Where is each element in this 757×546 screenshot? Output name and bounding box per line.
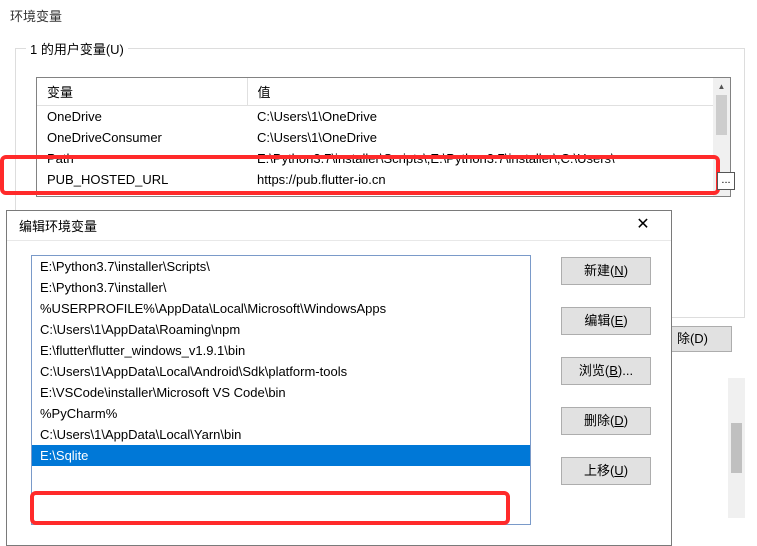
table-row[interactable]: Path E:\Python3.7\installer\Scripts\;E:\… <box>37 148 730 169</box>
list-item[interactable]: C:\Users\1\AppData\Local\Android\Sdk\pla… <box>32 361 530 382</box>
list-item[interactable]: C:\Users\1\AppData\Roaming\npm <box>32 319 530 340</box>
delete-button[interactable]: 删除(D) <box>561 407 651 435</box>
overflow-ellipsis-button[interactable]: ... <box>717 172 735 190</box>
list-item[interactable]: E:\VSCode\installer\Microsoft VS Code\bi… <box>32 382 530 403</box>
col-header-value[interactable]: 值 <box>247 78 730 106</box>
browse-button[interactable]: 浏览(B)... <box>561 357 651 385</box>
path-list[interactable]: E:\Python3.7\installer\Scripts\ E:\Pytho… <box>31 255 531 525</box>
cell-value: C:\Users\1\OneDrive <box>247 127 730 148</box>
table-row[interactable]: PUB_HOSTED_URL https://pub.flutter-io.cn <box>37 169 730 190</box>
user-variables-label: 1 的用户变量(U) <box>26 39 128 58</box>
list-item[interactable]: %PyCharm% <box>32 403 530 424</box>
scroll-thumb[interactable] <box>731 423 742 473</box>
list-item[interactable]: C:\Users\1\AppData\Local\Yarn\bin <box>32 424 530 445</box>
move-up-button[interactable]: 上移(U) <box>561 457 651 485</box>
variables-table[interactable]: 变量 值 OneDrive C:\Users\1\OneDrive OneDri… <box>37 78 730 190</box>
cell-variable: OneDrive <box>37 106 247 128</box>
cell-variable: OneDriveConsumer <box>37 127 247 148</box>
cell-variable: Path <box>37 148 247 169</box>
list-item[interactable]: E:\Python3.7\installer\ <box>32 277 530 298</box>
edit-button[interactable]: 编辑(E) <box>561 307 651 335</box>
table-row[interactable]: OneDrive C:\Users\1\OneDrive <box>37 106 730 128</box>
variables-table-container: 变量 值 OneDrive C:\Users\1\OneDrive OneDri… <box>36 77 731 197</box>
new-button[interactable]: 新建(N) <box>561 257 651 285</box>
cell-value: E:\Python3.7\installer\Scripts\;E:\Pytho… <box>247 148 730 169</box>
scroll-up-icon[interactable]: ▲ <box>713 78 730 95</box>
cell-value: https://pub.flutter-io.cn <box>247 169 730 190</box>
system-table-scrollbar[interactable] <box>728 378 745 518</box>
cell-variable: PUB_HOSTED_URL <box>37 169 247 190</box>
list-item[interactable]: E:\Python3.7\installer\Scripts\ <box>32 256 530 277</box>
scroll-thumb[interactable] <box>716 95 727 135</box>
cell-value: C:\Users\1\OneDrive <box>247 106 730 128</box>
edit-env-var-dialog: 编辑环境变量 ✕ E:\Python3.7\installer\Scripts\… <box>6 210 672 546</box>
dialog-title: 编辑环境变量 <box>19 216 97 235</box>
list-item[interactable]: %USERPROFILE%\AppData\Local\Microsoft\Wi… <box>32 298 530 319</box>
list-item-selected[interactable]: E:\Sqlite <box>32 445 530 466</box>
list-item[interactable]: E:\flutter\flutter_windows_v1.9.1\bin <box>32 340 530 361</box>
table-row[interactable]: OneDriveConsumer C:\Users\1\OneDrive <box>37 127 730 148</box>
col-header-variable[interactable]: 变量 <box>37 78 247 106</box>
close-icon[interactable]: ✕ <box>623 213 663 239</box>
window-title: 环境变量 <box>0 0 757 31</box>
dialog-titlebar[interactable]: 编辑环境变量 ✕ <box>7 211 671 241</box>
